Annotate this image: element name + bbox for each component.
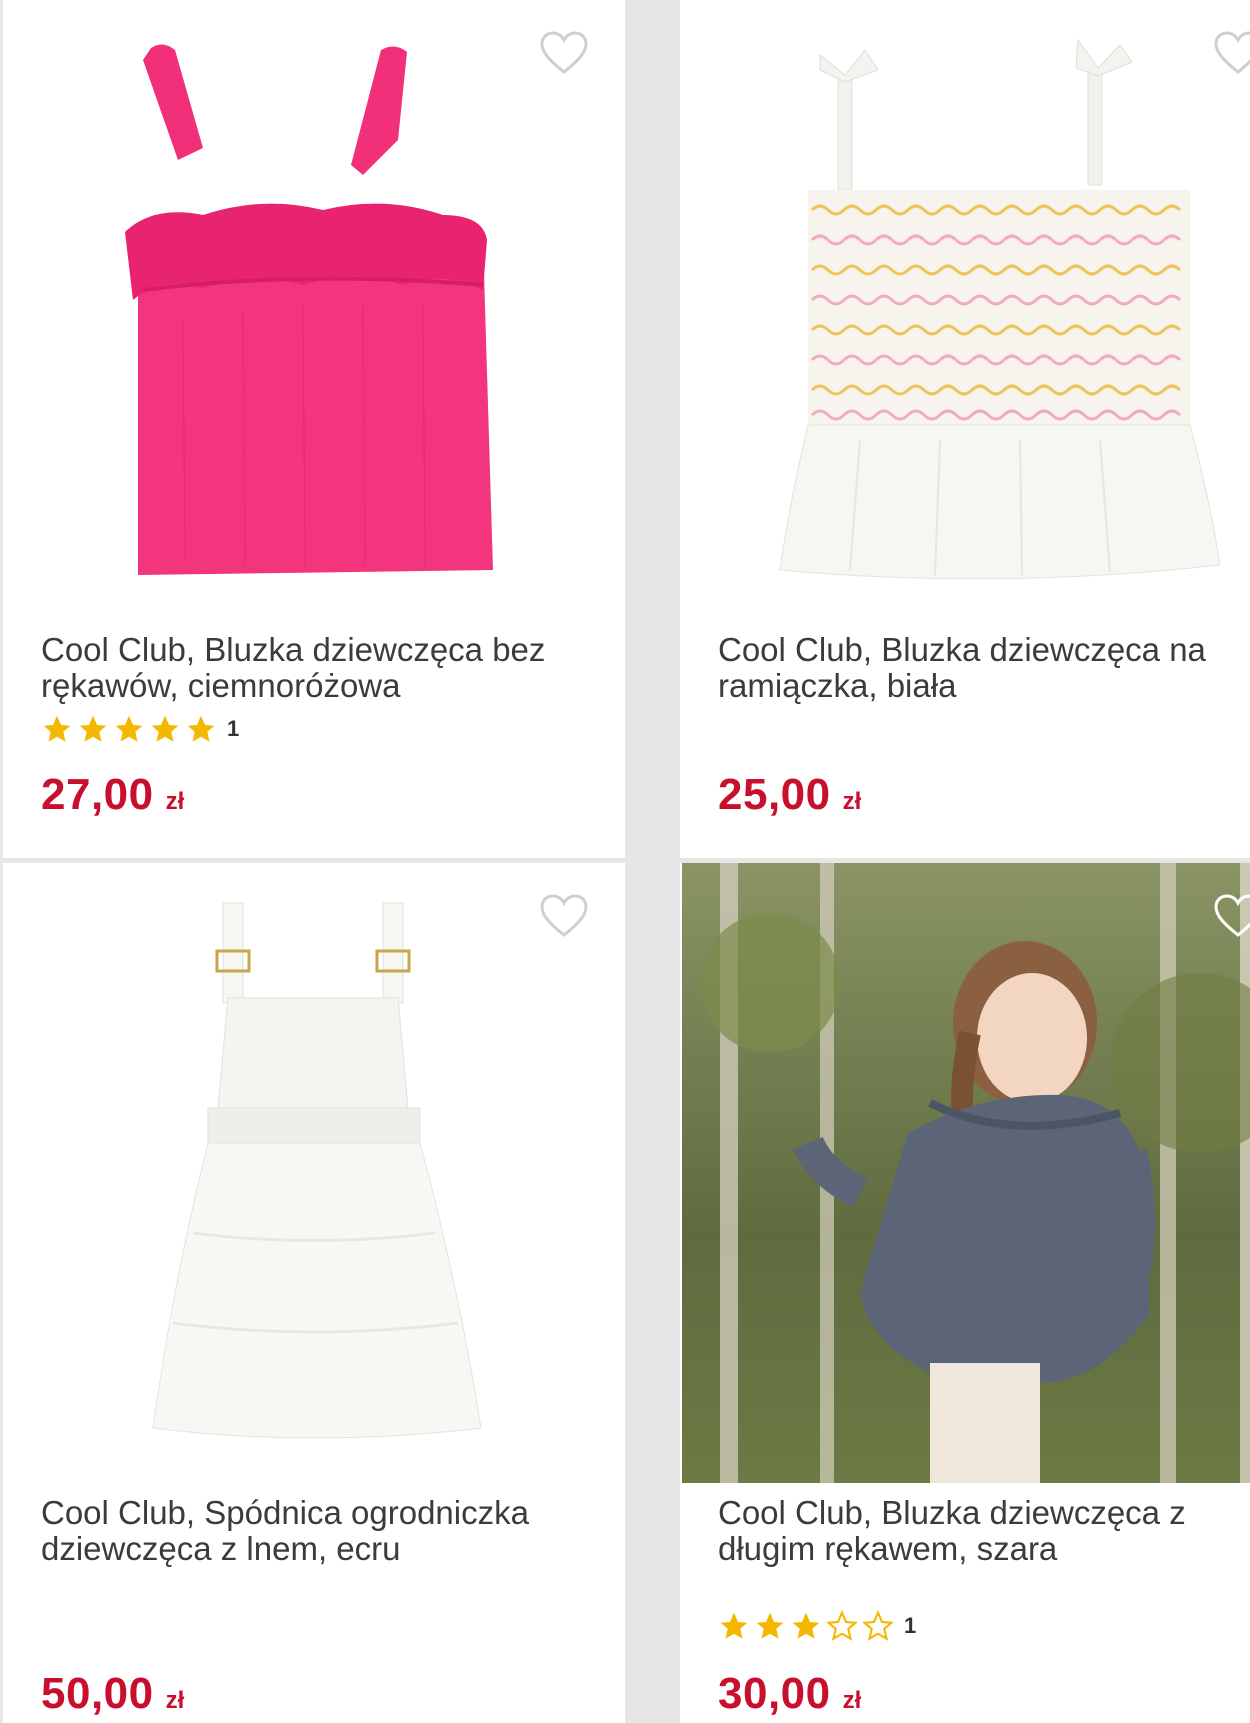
product-title[interactable]: Cool Club, Bluzka dziewczęca z długim rę… [718, 1495, 1250, 1567]
product-grid: Cool Club, Bluzka dziewczęca bez rękawów… [0, 0, 1250, 1723]
star-outline-icon [862, 1610, 894, 1641]
product-rating: 1 [718, 1609, 916, 1643]
product-title[interactable]: Cool Club, Spódnica ogrodniczka dziewczę… [41, 1495, 601, 1567]
product-image-pink-top[interactable] [3, 0, 625, 600]
price-amount: 25,00 [718, 770, 831, 819]
price-amount: 30,00 [718, 1669, 831, 1718]
product-card[interactable]: Cool Club, Bluzka dziewczęca na ramiączk… [680, 0, 1250, 858]
star-filled-icon [79, 715, 107, 742]
star-outline-icon [826, 1610, 858, 1641]
product-price: 30,00 zł [718, 1669, 861, 1719]
rating-count: 1 [227, 716, 240, 741]
product-price: 25,00 zł [718, 770, 861, 820]
product-price: 50,00 zł [41, 1669, 184, 1719]
product-image-white-smocked-top[interactable] [680, 0, 1250, 600]
star-filled-icon [720, 1612, 748, 1639]
star-filled-icon [43, 715, 71, 742]
product-title[interactable]: Cool Club, Bluzka dziewczęca bez rękawów… [41, 632, 601, 704]
product-image-white-pinafore[interactable] [3, 863, 625, 1463]
heart-outline-icon[interactable] [539, 893, 589, 939]
heart-outline-icon[interactable] [1213, 30, 1250, 76]
star-filled-icon [187, 715, 215, 742]
price-currency: zł [842, 788, 862, 815]
product-image-girl-photo[interactable] [680, 863, 1250, 1483]
product-card[interactable]: Cool Club, Bluzka dziewczęca bez rękawów… [3, 0, 625, 858]
product-card[interactable]: Cool Club, Spódnica ogrodniczka dziewczę… [3, 863, 625, 1723]
product-rating: 1 [41, 712, 239, 746]
price-currency: zł [842, 1687, 862, 1714]
heart-outline-icon[interactable] [1213, 893, 1250, 939]
price-currency: zł [165, 788, 185, 815]
star-filled-icon [792, 1612, 820, 1639]
price-currency: zł [165, 1687, 185, 1714]
star-filled-icon [756, 1612, 784, 1639]
product-card[interactable]: Cool Club, Bluzka dziewczęca z długim rę… [680, 863, 1250, 1723]
star-filled-icon [151, 715, 179, 742]
rating-count: 1 [904, 1613, 917, 1638]
star-filled-icon [115, 715, 143, 742]
product-price: 27,00 zł [41, 770, 184, 820]
price-amount: 50,00 [41, 1669, 154, 1718]
price-amount: 27,00 [41, 770, 154, 819]
product-title[interactable]: Cool Club, Bluzka dziewczęca na ramiączk… [718, 632, 1250, 704]
heart-outline-icon[interactable] [539, 30, 589, 76]
